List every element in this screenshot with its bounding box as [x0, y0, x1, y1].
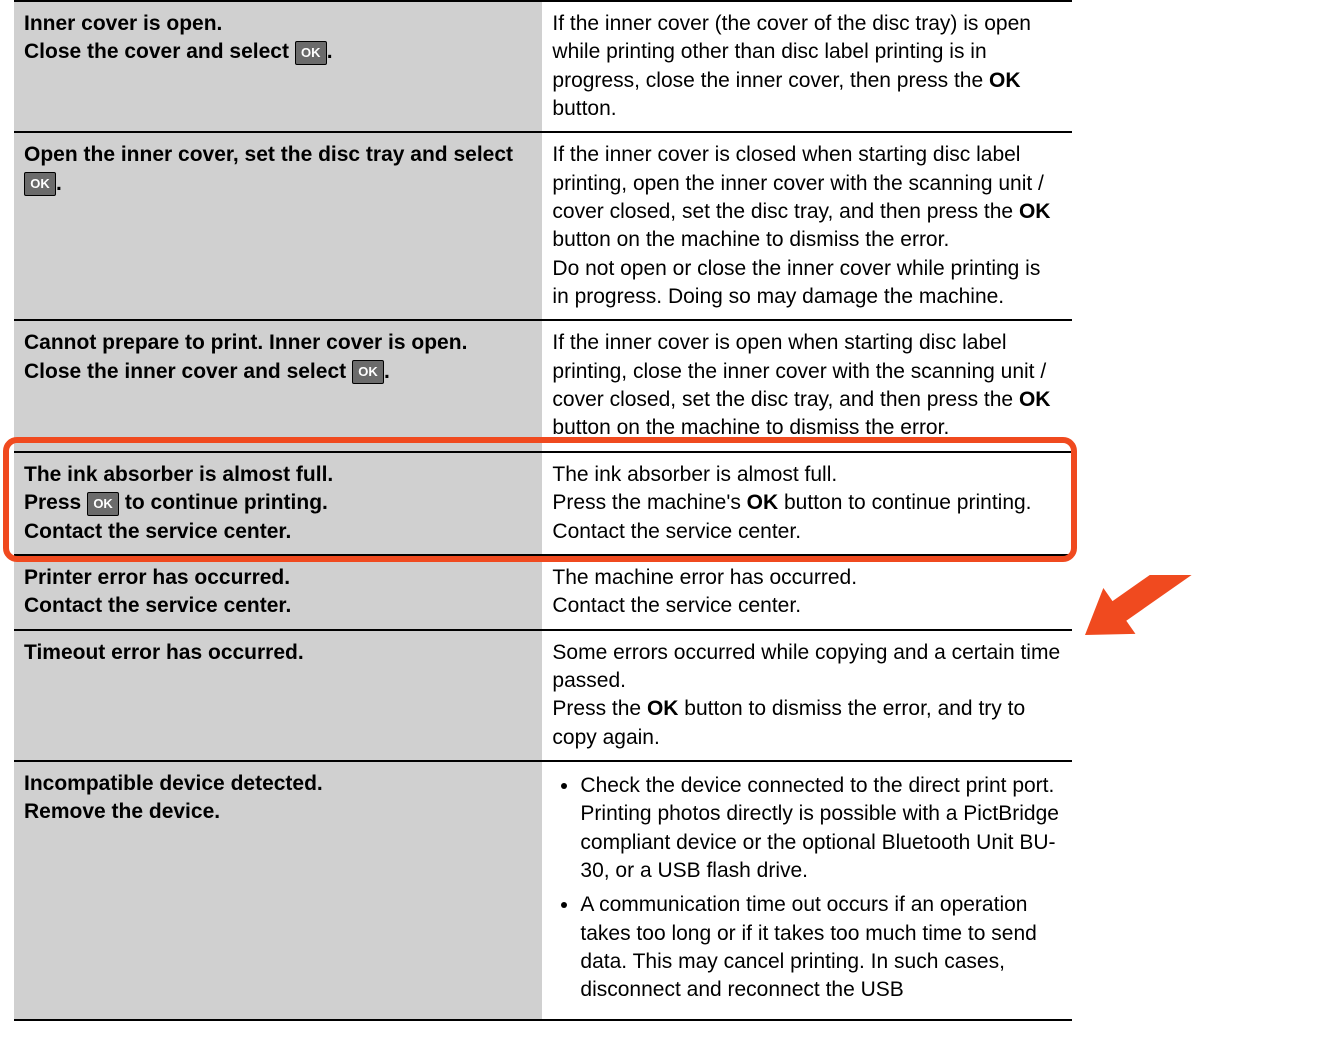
error-message-line-after: .: [384, 360, 390, 383]
error-message-cell: The ink absorber is almost full. Press OK…: [14, 452, 542, 555]
action-bullet: Check the device connected to the direct…: [580, 772, 1062, 885]
error-action-cell: Some errors occurred while copying and a…: [542, 630, 1072, 761]
action-text: The ink absorber is almost full.Press th…: [552, 461, 1062, 546]
error-message-line-after: to continue printing.: [119, 491, 328, 514]
error-message-line-after: .: [56, 172, 62, 195]
error-message-line-after: .: [327, 40, 333, 63]
action-text: If the inner cover (the cover of the dis…: [552, 10, 1062, 123]
ok-button-icon: OK: [295, 41, 327, 65]
error-message-line: Cannot prepare to print. Inner cover is …: [24, 331, 467, 354]
action-bullet-list: Check the device connected to the direct…: [580, 772, 1062, 1005]
action-text: The machine error has occurred.Contact t…: [552, 564, 1062, 621]
arrow-annotation: [1075, 575, 1275, 735]
error-message-line: Incompatible device detected.: [24, 772, 323, 795]
error-message-cell: Open the inner cover, set the disc tray …: [14, 132, 542, 320]
error-table: Inner cover is open. Close the cover and …: [14, 0, 1072, 1021]
table-row: The ink absorber is almost full. Press OK…: [14, 452, 1072, 555]
error-message-line: Open the inner cover, set the disc tray …: [24, 143, 513, 166]
error-message-line: Contact the service center.: [24, 520, 291, 543]
error-message-line: Remove the device.: [24, 800, 220, 823]
ok-button-icon: OK: [87, 492, 119, 516]
error-message-line: The ink absorber is almost full.: [24, 463, 333, 486]
error-action-cell: If the inner cover (the cover of the dis…: [542, 1, 1072, 132]
table-row: Inner cover is open. Close the cover and …: [14, 1, 1072, 132]
error-message-line: Press: [24, 491, 87, 514]
table-row: Incompatible device detected. Remove the …: [14, 761, 1072, 1020]
ok-button-icon: OK: [24, 172, 56, 196]
table-row: Open the inner cover, set the disc tray …: [14, 132, 1072, 320]
error-action-cell: Check the device connected to the direct…: [542, 761, 1072, 1020]
table-row: Timeout error has occurred. Some errors o…: [14, 630, 1072, 761]
action-text: Some errors occurred while copying and a…: [552, 639, 1062, 752]
error-action-cell: If the inner cover is closed when starti…: [542, 132, 1072, 320]
error-message-line: Close the inner cover and select: [24, 360, 352, 383]
error-message-line: Inner cover is open.: [24, 12, 222, 35]
error-action-cell: The ink absorber is almost full.Press th…: [542, 452, 1072, 555]
error-message-line: Close the cover and select: [24, 40, 295, 63]
error-message-line: Timeout error has occurred.: [24, 641, 304, 664]
error-message-cell: Inner cover is open. Close the cover and …: [14, 1, 542, 132]
table-row: Cannot prepare to print. Inner cover is …: [14, 320, 1072, 451]
action-text: If the inner cover is closed when starti…: [552, 141, 1062, 311]
action-bullet: A communication time out occurs if an op…: [580, 891, 1062, 1004]
table-row: Printer error has occurred. Contact the s…: [14, 555, 1072, 630]
error-message-line: Printer error has occurred.: [24, 566, 290, 589]
ok-button-icon: OK: [352, 360, 384, 384]
action-text: If the inner cover is open when starting…: [552, 329, 1062, 442]
error-message-cell: Incompatible device detected. Remove the …: [14, 761, 542, 1020]
error-message-cell: Cannot prepare to print. Inner cover is …: [14, 320, 542, 451]
error-action-cell: If the inner cover is open when starting…: [542, 320, 1072, 451]
error-message-cell: Printer error has occurred. Contact the s…: [14, 555, 542, 630]
error-message-line: Contact the service center.: [24, 594, 291, 617]
error-message-cell: Timeout error has occurred.: [14, 630, 542, 761]
error-action-cell: The machine error has occurred.Contact t…: [542, 555, 1072, 630]
